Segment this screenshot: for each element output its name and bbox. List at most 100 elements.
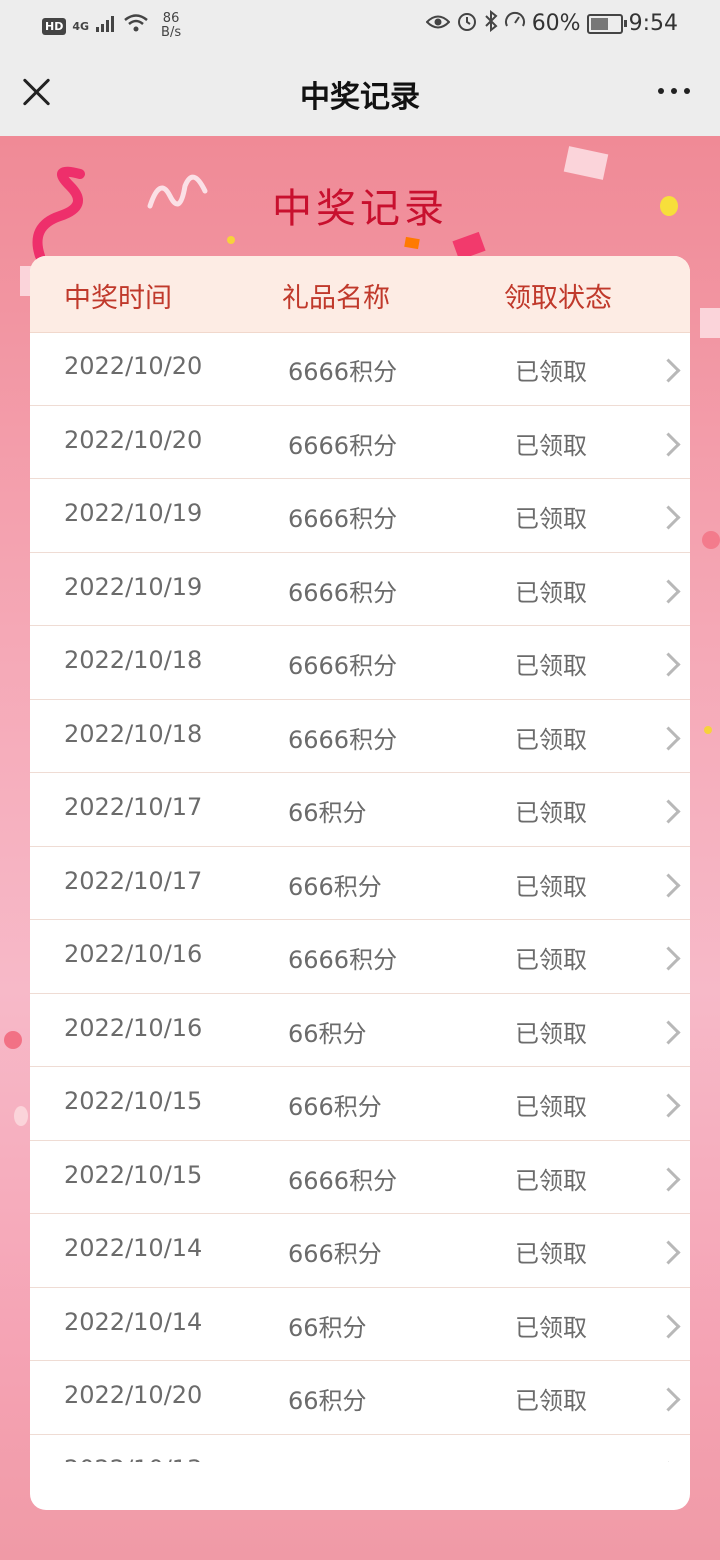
table-row[interactable]: 2022/10/14 666积分 已领取 (30, 1214, 690, 1288)
row-date: 2022/10/17 (64, 866, 203, 895)
row-gift: 66积分 (288, 1313, 367, 1342)
more-icon[interactable] (658, 88, 690, 94)
row-date: 2022/10/18 (64, 646, 203, 674)
chevron-right-icon (656, 799, 681, 824)
row-status: 已领取 (515, 1240, 587, 1268)
records-card: 中奖时间 礼品名称 领取状态 2022/10/20 6666积分 已领取 2022/1… (30, 256, 690, 1510)
battery-level (590, 17, 608, 30)
chevron-right-icon (656, 578, 681, 604)
confetti-piece (404, 236, 420, 250)
nav-bar: 中奖记录 (0, 52, 720, 136)
row-date: 2022/10/16 (64, 1013, 203, 1042)
table-row[interactable]: 2022/10/16 6666积分 已领取 (30, 920, 690, 994)
speed-value: 86 (162, 11, 180, 26)
table-row[interactable]: 2022/10/14 66积分 已领取 (30, 1288, 690, 1361)
chevron-right-icon (656, 1166, 681, 1192)
row-status: 已领取 (515, 872, 587, 901)
table-row[interactable]: 2022/10/17 66积分 已领取 (30, 773, 690, 847)
table-row[interactable]: 2022/10/20 6666积分 已领取 (30, 332, 690, 406)
row-gift: 6666积分 (288, 578, 398, 607)
row-status: 已领取 (515, 1166, 587, 1195)
row-status: 已领取 (515, 358, 587, 386)
network-speed: 86 B/s (161, 12, 181, 40)
chevron-right-icon (656, 1313, 681, 1339)
header-time: 中奖时间 (64, 283, 172, 314)
chevron-right-icon (656, 1019, 681, 1045)
table-row[interactable]: 2022/10/20 66积分 已领取 (30, 1361, 690, 1435)
table-header: 中奖时间 礼品名称 领取状态 (30, 256, 690, 333)
alarm-icon (456, 10, 478, 37)
row-status: 已领取 (515, 1093, 587, 1121)
close-icon[interactable] (22, 78, 50, 106)
speed-unit: B/s (161, 25, 182, 40)
speed-icon (504, 10, 526, 37)
header-status: 领取状态 (504, 283, 612, 314)
chevron-right-icon (656, 1460, 681, 1462)
row-date: 2022/10/18 (64, 719, 203, 748)
confetti-piece (4, 1031, 22, 1049)
row-status: 已领取 (515, 578, 587, 607)
row-gift: 6666积分 (288, 725, 398, 754)
row-date: 2022/10/16 (64, 940, 203, 968)
confetti-piece (700, 308, 720, 338)
row-status: 已领取 (515, 725, 587, 754)
row-gift: 666积分 (288, 1240, 382, 1268)
row-gift: 666积分 (288, 872, 382, 901)
clock: 9:54 (628, 11, 678, 36)
signal-icon (95, 14, 117, 39)
chevron-right-icon (656, 1240, 681, 1265)
chevron-right-icon (656, 1387, 681, 1412)
row-status: 已领取 (515, 1019, 587, 1048)
bluetooth-icon (484, 9, 498, 37)
chevron-right-icon (656, 431, 681, 457)
row-status: 已领取 (515, 1387, 587, 1415)
table-row[interactable]: 2022/10/15 6666积分 已领取 (30, 1141, 690, 1214)
row-gift: 6666积分 (288, 946, 398, 974)
eye-icon (425, 12, 451, 36)
row-date: 2022/10/14 (64, 1307, 203, 1336)
chevron-right-icon (656, 1093, 681, 1118)
row-status: 已领取 (515, 799, 587, 827)
chevron-right-icon (656, 872, 681, 898)
hd-badge: HD (42, 17, 67, 35)
row-date: 2022/10/17 (64, 793, 203, 821)
row-date: 2022/10/15 (64, 1087, 203, 1115)
row-status: 已领取 (515, 946, 587, 974)
row-gift: 66积分 (288, 799, 367, 827)
battery-icon (586, 13, 627, 34)
confetti-piece (704, 726, 712, 734)
nav-title: 中奖记录 (300, 80, 420, 115)
table-row[interactable]: 2022/10/19 6666积分 已领取 (30, 553, 690, 626)
chevron-right-icon (656, 652, 681, 677)
row-gift: 666积分 (288, 1093, 382, 1121)
status-right: 60% 9:54 (425, 9, 678, 37)
row-date: 2022/10/14 (64, 1234, 203, 1262)
table-row[interactable]: 2022/10/20 6666积分 已领取 (30, 406, 690, 479)
row-gift: 6666积分 (288, 1455, 397, 1463)
confetti-piece (14, 1106, 28, 1126)
confetti-piece (227, 236, 235, 244)
confetti-piece (563, 146, 609, 180)
row-gift: 6666积分 (288, 652, 398, 680)
records-list[interactable]: 2022/10/20 6666积分 已领取 2022/10/20 6666积分 已领取 20… (30, 332, 690, 1462)
row-date: 2022/10/20 (64, 1381, 203, 1409)
table-row[interactable]: 2022/10/18 6666积分 已领取 (30, 626, 690, 700)
network-type: 4G (72, 19, 90, 33)
row-date: 2022/10/20 (64, 352, 203, 380)
table-row[interactable]: 2022/10/19 6666积分 已领取 (30, 479, 690, 553)
table-row[interactable]: 2022/10/16 66积分 已领取 (30, 994, 690, 1067)
row-date: 2022/10/15 (64, 1160, 203, 1189)
table-row[interactable]: 2022/10/18 6666积分 已领取 (30, 700, 690, 773)
table-row[interactable]: 2022/10/15 666积分 已领取 (30, 1067, 690, 1141)
row-gift: 66积分 (288, 1019, 367, 1048)
row-status: 已领取 (515, 1313, 587, 1342)
chevron-right-icon (656, 505, 681, 530)
table-row[interactable]: 2022/10/13 6666积分 已领取 (30, 1435, 690, 1463)
row-status: 已领取 (515, 652, 587, 680)
row-status: 已领取 (515, 505, 587, 533)
row-date: 2022/10/13 (64, 1455, 202, 1463)
row-date: 2022/10/19 (64, 499, 203, 527)
page-title: 中奖记录 (272, 186, 448, 232)
table-row[interactable]: 2022/10/17 666积分 已领取 (30, 847, 690, 920)
row-gift: 6666积分 (288, 431, 398, 460)
